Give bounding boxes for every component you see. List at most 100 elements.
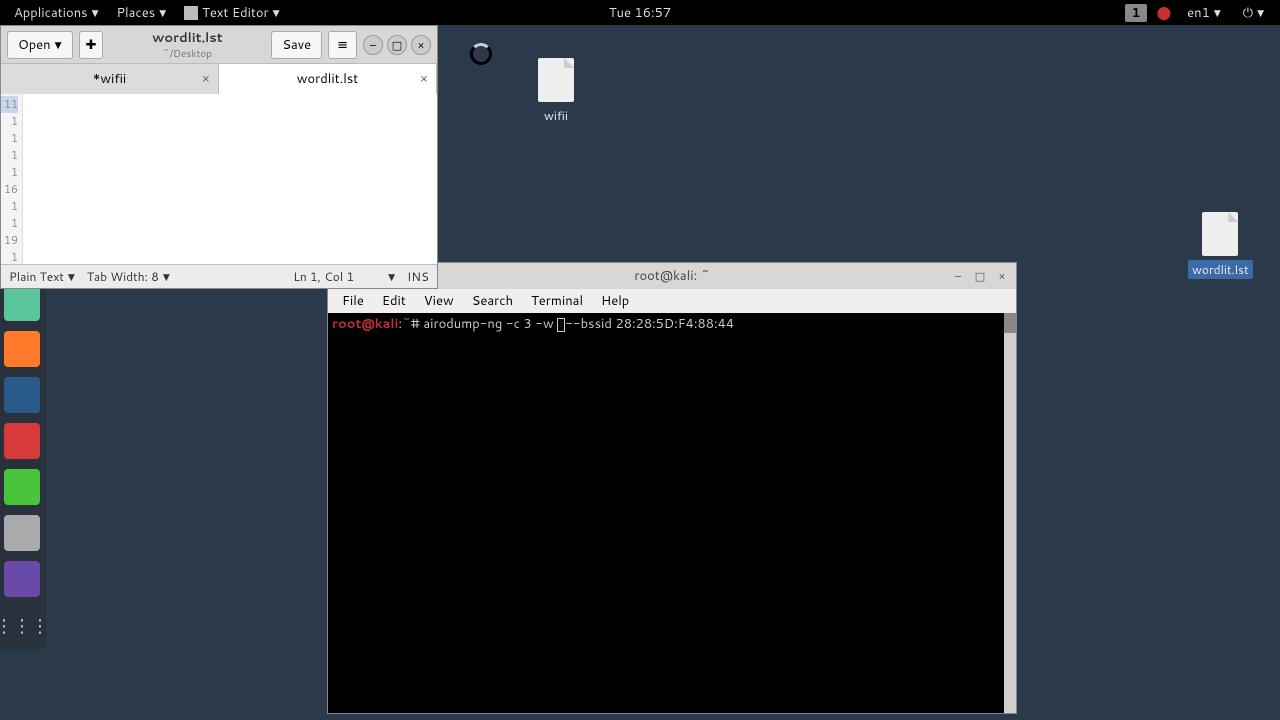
maximize-button[interactable]: □ bbox=[972, 268, 988, 284]
tab-close-icon[interactable]: × bbox=[420, 70, 428, 88]
new-document-icon: ✚ bbox=[86, 36, 97, 54]
hamburger-icon: ≡ bbox=[337, 36, 348, 54]
status-bar: Plain Text ▼ Tab Width: 8 ▼ Ln 1, Col 1 … bbox=[1, 264, 437, 288]
menu-file[interactable]: File bbox=[334, 290, 372, 312]
menu-terminal[interactable]: Terminal bbox=[523, 290, 591, 312]
line-num: 1 bbox=[1, 147, 18, 164]
file-icon bbox=[538, 58, 574, 102]
open-label: Open bbox=[18, 36, 51, 54]
zenmap-icon[interactable] bbox=[4, 377, 40, 413]
tabwidth-label: Tab Width: 8 bbox=[87, 268, 159, 285]
line-num: 19 bbox=[1, 232, 18, 249]
prompt-hash: # bbox=[411, 315, 423, 333]
window-title: wordlit.lst ~/Desktop bbox=[109, 29, 265, 61]
line-num: 1 bbox=[1, 198, 18, 215]
active-app-label: Text Editor bbox=[202, 4, 269, 22]
text-content[interactable] bbox=[23, 94, 437, 264]
chevron-down-icon: ▼ bbox=[273, 6, 280, 19]
chevron-down-icon: ▼ bbox=[55, 38, 62, 51]
loading-spinner-icon bbox=[470, 43, 492, 65]
subtitle-text: ~/Desktop bbox=[109, 47, 265, 61]
places-menu[interactable]: Places ▼ bbox=[111, 4, 173, 22]
title-text: wordlit.lst bbox=[109, 29, 265, 47]
cursor-position[interactable]: Ln 1, Col 1 ▼ bbox=[293, 268, 395, 285]
close-button[interactable]: × bbox=[411, 35, 431, 55]
places-label: Places bbox=[117, 4, 156, 22]
line-num: 16 bbox=[1, 181, 18, 198]
file-label: wifii bbox=[540, 106, 572, 125]
line-num: 11 bbox=[1, 96, 18, 113]
menu-edit[interactable]: Edit bbox=[374, 290, 414, 312]
tab-wordlit[interactable]: wordlit.lst × bbox=[219, 64, 437, 94]
applications-label: Applications bbox=[14, 4, 88, 22]
menu-view[interactable]: View bbox=[416, 290, 462, 312]
active-app-menu[interactable]: Text Editor ▼ bbox=[178, 4, 285, 22]
leafpad-icon[interactable] bbox=[4, 469, 40, 505]
top-panel: Applications ▼ Places ▼ Text Editor ▼ Tu… bbox=[0, 0, 1280, 25]
line-num: 1 bbox=[1, 215, 18, 232]
insert-mode[interactable]: INS bbox=[407, 268, 429, 285]
hamburger-menu-button[interactable]: ≡ bbox=[328, 31, 357, 59]
text-editor-icon bbox=[184, 6, 198, 20]
keyboard-layout[interactable]: en1 ▼ bbox=[1181, 4, 1227, 22]
chevron-down-icon: ▼ bbox=[159, 6, 166, 19]
line-gutter: 11 1 1 1 1 16 1 1 19 1 bbox=[1, 94, 23, 264]
lang-label: en1 bbox=[1187, 4, 1210, 22]
menu-help[interactable]: Help bbox=[593, 290, 637, 312]
chevron-down-icon: ▼ bbox=[388, 270, 395, 283]
chevron-down-icon: ▼ bbox=[1214, 6, 1221, 19]
line-num: 1 bbox=[1, 164, 18, 181]
chevron-down-icon: ▼ bbox=[92, 6, 99, 19]
save-button[interactable]: Save bbox=[271, 31, 322, 59]
line-num: 1 bbox=[1, 130, 18, 147]
recording-icon[interactable]: ⬤ bbox=[1157, 4, 1172, 22]
lang-label: Plain Text bbox=[9, 268, 64, 285]
file-label: wordlit.lst bbox=[1188, 260, 1253, 279]
position-label: Ln 1, Col 1 bbox=[293, 268, 354, 285]
topbar-right: 1 ⬤ en1 ▼ ⏻ ▼ bbox=[1125, 4, 1280, 22]
clock[interactable]: Tue 16:57 bbox=[609, 4, 671, 22]
scrollbar-thumb[interactable] bbox=[1004, 313, 1016, 333]
power-icon: ⏻ bbox=[1243, 4, 1253, 22]
tab-wifii[interactable]: *wifii × bbox=[1, 64, 219, 94]
line-num: 1 bbox=[1, 113, 18, 130]
chevron-down-icon: ▼ bbox=[68, 270, 75, 283]
chevron-down-icon: ▼ bbox=[1257, 6, 1264, 19]
terminal-output[interactable]: root@kali:~# airodump-ng -c 3 -w --bssid… bbox=[328, 313, 1016, 713]
tab-label: *wifii bbox=[93, 70, 126, 88]
burpsuite-icon[interactable] bbox=[4, 331, 40, 367]
applications-menu[interactable]: Applications ▼ bbox=[8, 4, 105, 22]
text-editor-window: Open ▼ ✚ wordlit.lst ~/Desktop Save ≡ – … bbox=[0, 25, 438, 289]
desktop-file-wordlit[interactable]: wordlit.lst bbox=[1188, 212, 1253, 279]
desktop-file-wifii[interactable]: wifii bbox=[538, 58, 574, 125]
menu-search[interactable]: Search bbox=[464, 290, 521, 312]
headerbar: Open ▼ ✚ wordlit.lst ~/Desktop Save ≡ – … bbox=[1, 26, 437, 64]
minimize-button[interactable]: – bbox=[363, 35, 383, 55]
window-controls: – □ × bbox=[363, 35, 431, 55]
open-button[interactable]: Open ▼ bbox=[7, 31, 73, 59]
minimize-button[interactable]: – bbox=[950, 268, 966, 284]
terminal-window: root@kali: ~ – □ × File Edit View Search… bbox=[327, 262, 1017, 714]
command-text-pre: airodump-ng -c 3 -w bbox=[423, 315, 557, 333]
topbar-left: Applications ▼ Places ▼ Text Editor ▼ bbox=[0, 4, 286, 22]
window-controls: – □ × bbox=[950, 268, 1010, 284]
prompt-user: root@kali bbox=[332, 315, 398, 333]
close-button[interactable]: × bbox=[994, 268, 1010, 284]
tab-close-icon[interactable]: × bbox=[202, 70, 210, 88]
armitage-icon[interactable] bbox=[4, 285, 40, 321]
language-selector[interactable]: Plain Text ▼ bbox=[9, 268, 75, 285]
tab-width-selector[interactable]: Tab Width: 8 ▼ bbox=[87, 268, 170, 285]
text-editor-dock-icon[interactable] bbox=[4, 561, 40, 597]
maltego-icon[interactable] bbox=[4, 423, 40, 459]
show-applications-icon[interactable]: ⋮⋮⋮ bbox=[4, 607, 40, 643]
prompt-path: ~ bbox=[402, 315, 411, 333]
scrollbar[interactable] bbox=[1004, 313, 1016, 713]
new-tab-button[interactable]: ✚ bbox=[79, 31, 104, 59]
system-menu[interactable]: ⏻ ▼ bbox=[1237, 4, 1270, 22]
editor-area[interactable]: 11 1 1 1 1 16 1 1 19 1 bbox=[1, 94, 437, 264]
tweak-icon[interactable] bbox=[4, 515, 40, 551]
workspace-indicator[interactable]: 1 bbox=[1125, 4, 1146, 22]
maximize-button[interactable]: □ bbox=[387, 35, 407, 55]
chevron-down-icon: ▼ bbox=[163, 270, 170, 283]
file-icon bbox=[1202, 212, 1238, 256]
